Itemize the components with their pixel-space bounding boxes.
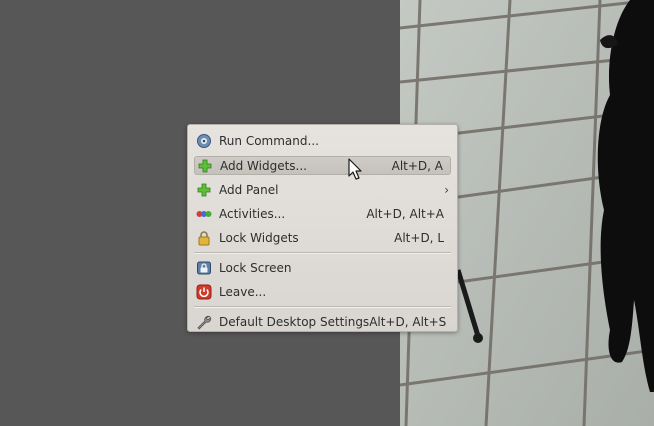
menu-item-label: Lock Widgets xyxy=(219,231,299,245)
menu-item-label: Add Widgets... xyxy=(220,158,307,173)
menu-item-add-panel[interactable]: Add Panel › xyxy=(194,178,451,202)
menu-item-leave[interactable]: Leave... xyxy=(194,280,451,304)
menu-item-lock-widgets[interactable]: Lock Widgets Alt+D, L xyxy=(194,226,451,250)
menu-item-default-desktop-settings[interactable]: Default Desktop Settings Alt+D, Alt+S xyxy=(194,310,451,334)
menu-item-label: Add Panel xyxy=(219,183,279,197)
power-icon xyxy=(196,284,212,300)
desktop-context-menu: Run Command... Add Widgets... Alt+D, A A… xyxy=(187,124,458,332)
activities-icon xyxy=(196,206,212,222)
menu-item-shortcut: Alt+D, Alt+A xyxy=(366,207,444,221)
padlock-icon xyxy=(196,230,212,246)
menu-item-shortcut: Alt+D, L xyxy=(394,231,444,245)
plus-icon xyxy=(196,182,212,198)
wrench-icon xyxy=(196,314,212,330)
plus-icon xyxy=(197,158,213,174)
menu-item-label: Default Desktop Settings xyxy=(219,315,370,329)
lock-screen-icon xyxy=(196,260,212,276)
run-command-icon xyxy=(196,133,212,149)
menu-item-label: Activities... xyxy=(219,207,286,221)
menu-item-activities[interactable]: Activities... Alt+D, Alt+A xyxy=(194,202,451,226)
menu-item-lock-screen[interactable]: Lock Screen xyxy=(194,256,451,280)
menu-item-shortcut: Alt+D, A xyxy=(391,158,443,173)
menu-separator xyxy=(194,306,451,308)
menu-item-shortcut: Alt+D, Alt+S xyxy=(369,315,447,329)
menu-item-label: Lock Screen xyxy=(219,261,292,275)
menu-item-add-widgets[interactable]: Add Widgets... Alt+D, A xyxy=(194,156,451,175)
menu-item-label: Run Command... xyxy=(219,134,319,148)
menu-separator xyxy=(194,252,451,254)
submenu-arrow-icon: › xyxy=(444,183,449,197)
menu-item-label: Leave... xyxy=(219,285,267,299)
menu-item-run-command[interactable]: Run Command... xyxy=(194,129,451,153)
mouse-pointer-icon xyxy=(348,158,362,180)
